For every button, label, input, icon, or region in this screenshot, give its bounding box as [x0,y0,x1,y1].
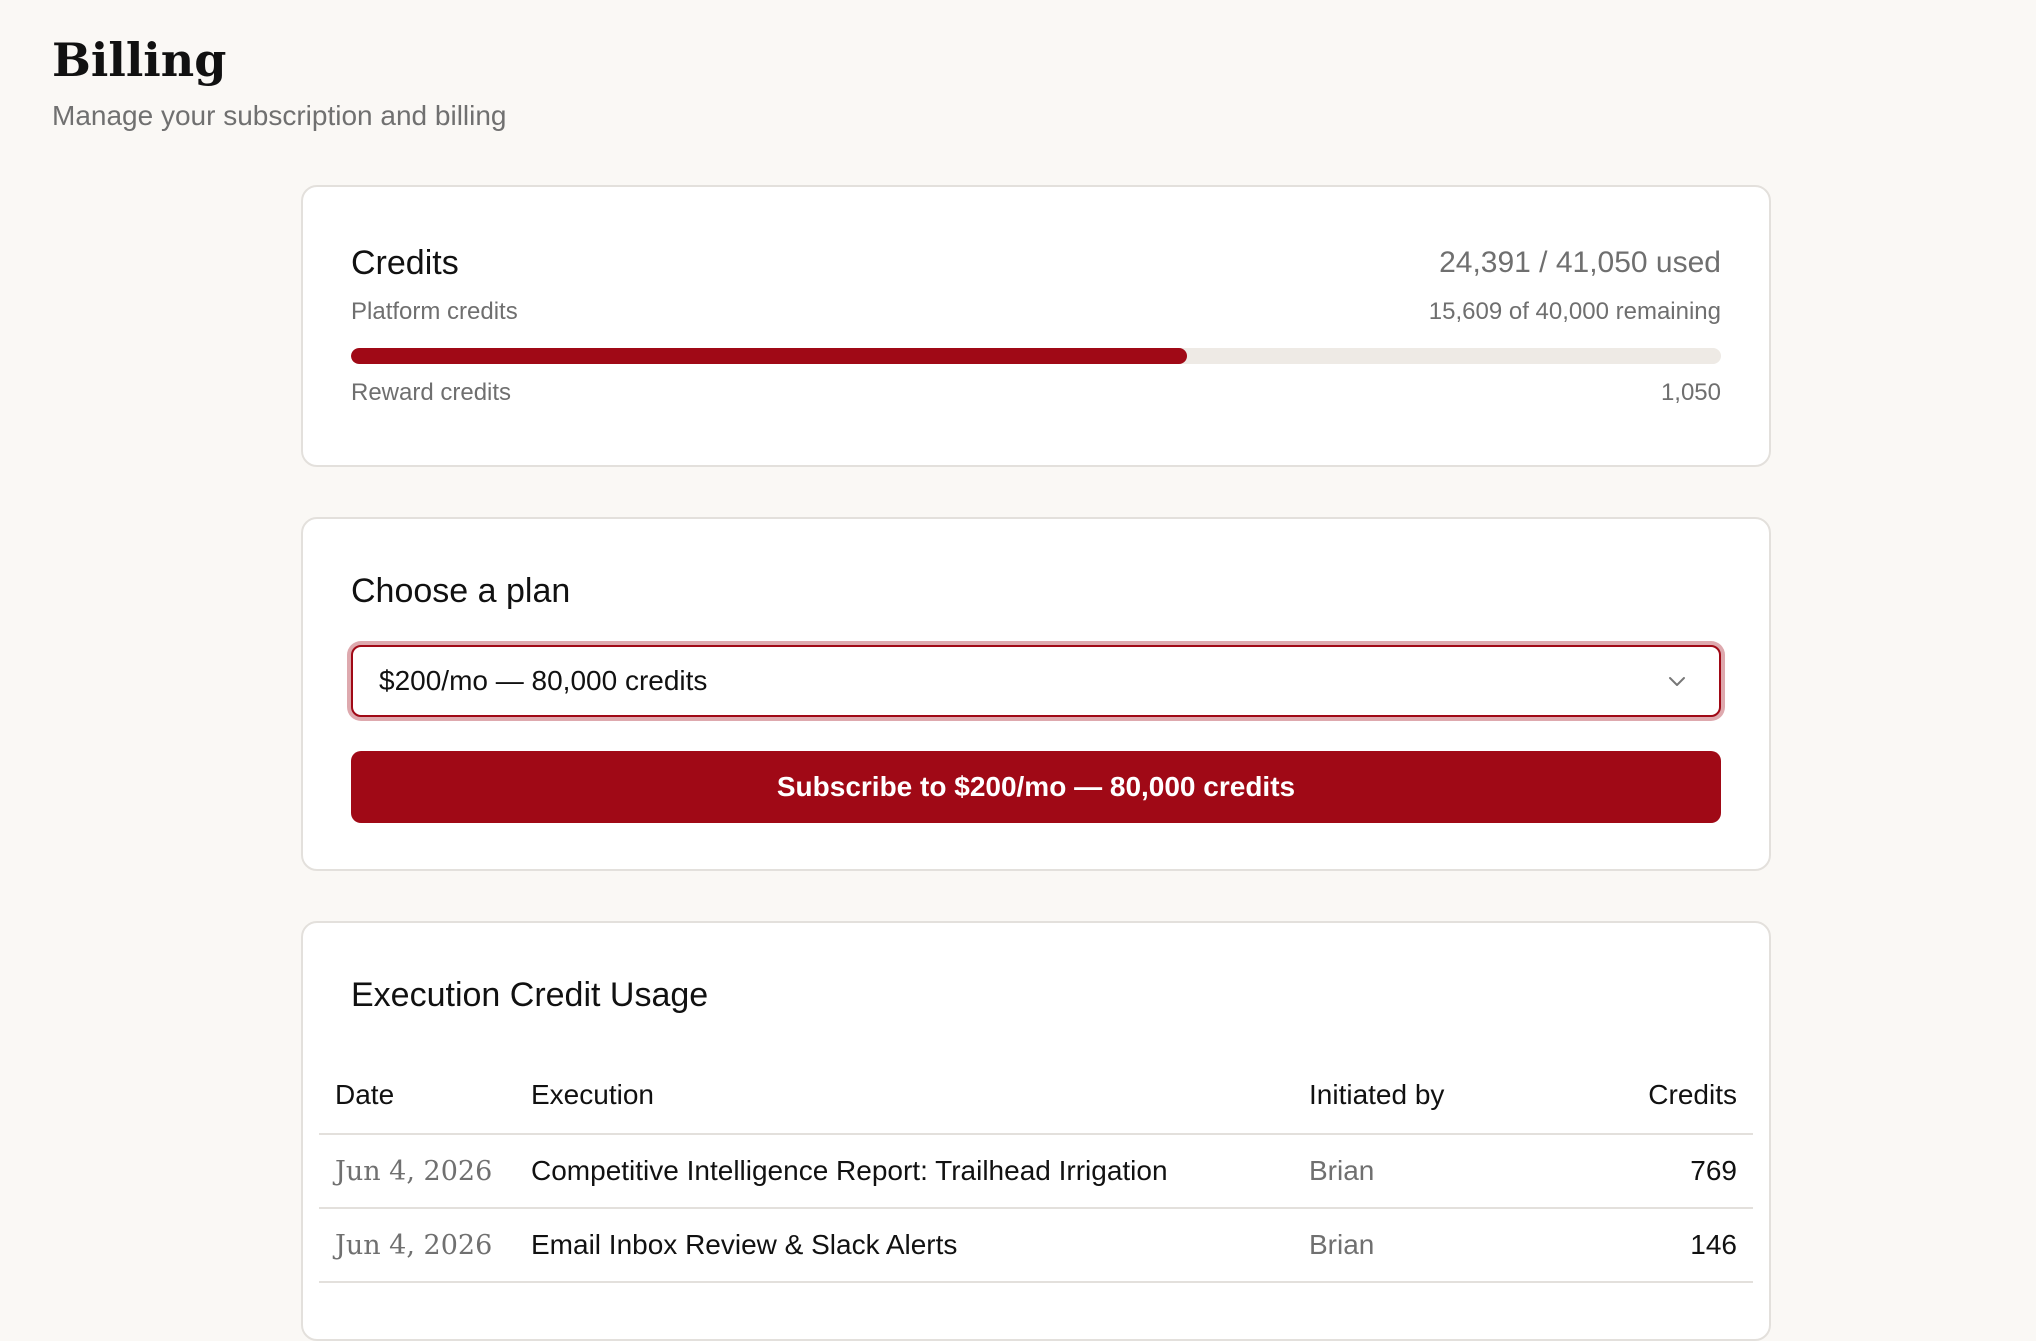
column-header-date[interactable]: Date [319,1057,515,1135]
credits-used-summary: 24,391 / 41,050 used [1439,246,1721,279]
plan-select-value: $200/mo — 80,000 credits [379,665,708,696]
cell-date: Jun 4, 2026 [319,1208,515,1283]
page-subtitle: Manage your subscription and billing [52,100,507,131]
reward-credits-label: Reward credits [351,379,512,406]
subscribe-button[interactable]: Subscribe to $200/mo — 80,000 credits [351,751,1721,823]
column-header-execution[interactable]: Execution [515,1057,1293,1135]
cell-initiated-by: Brian [1293,1208,1575,1283]
table-row[interactable]: Jun 4, 2026 Email Inbox Review & Slack A… [319,1208,1753,1283]
column-header-initiated-by[interactable]: Initiated by [1293,1057,1575,1135]
plan-title: Choose a plan [351,572,571,610]
platform-credits-progress-fill [351,348,1187,364]
table-row[interactable]: Jun 4, 2026 Competitive Intelligence Rep… [319,1134,1753,1209]
cell-date: Jun 4, 2026 [319,1134,515,1209]
credits-card: Credits 24,391 / 41,050 used Platform cr… [301,185,1771,467]
reward-credits-value: 1,050 [1660,379,1721,406]
cell-execution: Email Inbox Review & Slack Alerts [515,1208,1293,1283]
table-header-row: Date Execution Initiated by Credits [319,1057,1753,1135]
page-title: Billing [52,33,227,87]
plan-card: Choose a plan $200/mo — 80,000 credits S… [301,517,1771,871]
platform-credits-label: Platform credits [351,298,518,325]
usage-card: Execution Credit Usage Date Execution In… [301,921,1771,1341]
cell-execution: Competitive Intelligence Report: Trailhe… [515,1134,1293,1209]
page-header: Billing Manage your subscription and bil… [52,30,507,136]
platform-credits-progress [351,348,1721,364]
column-header-credits[interactable]: Credits [1575,1057,1753,1135]
usage-title: Execution Credit Usage [351,976,709,1014]
credits-title: Credits [351,244,459,282]
plan-select[interactable]: $200/mo — 80,000 credits [351,645,1721,717]
chevron-down-icon [1669,677,1685,686]
platform-credits-remaining: 15,609 of 40,000 remaining [1428,298,1721,325]
cell-initiated-by: Brian [1293,1134,1575,1209]
usage-table: Date Execution Initiated by Credits Jun … [319,1057,1753,1283]
cell-credits: 769 [1575,1134,1753,1209]
cell-credits: 146 [1575,1208,1753,1283]
